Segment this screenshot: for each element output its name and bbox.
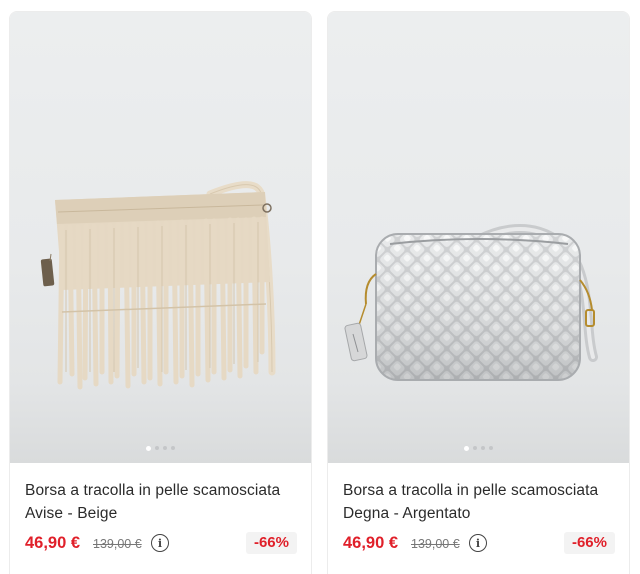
- info-icon[interactable]: i: [151, 534, 169, 552]
- carousel-dot[interactable]: [163, 446, 167, 450]
- original-price: 139,00 €: [411, 537, 460, 551]
- price-row: 46,90 € 139,00 € i -66%: [343, 532, 615, 554]
- original-price: 139,00 €: [93, 537, 142, 551]
- carousel-dot[interactable]: [146, 445, 151, 451]
- product-image[interactable]: [328, 12, 629, 463]
- product-title[interactable]: Borsa a tracolla in pelle scamosciata Av…: [25, 479, 300, 525]
- price-row: 46,90 € 139,00 € i -66%: [25, 532, 297, 554]
- product-card[interactable]: Borsa a tracolla in pelle scamosciata Av…: [9, 11, 312, 574]
- product-title[interactable]: Borsa a tracolla in pelle scamosciata De…: [343, 479, 618, 525]
- current-price: 46,90 €: [343, 534, 399, 552]
- discount-badge: -66%: [563, 532, 615, 554]
- current-price: 46,90 €: [25, 534, 81, 552]
- carousel-dot[interactable]: [481, 446, 485, 450]
- product-grid: Borsa a tracolla in pelle scamosciata Av…: [0, 0, 640, 574]
- discount-badge: -66%: [245, 532, 297, 554]
- carousel-dots: [328, 445, 629, 451]
- silver-woven-bag-image: [344, 224, 598, 381]
- product-image[interactable]: [10, 12, 311, 463]
- carousel-dots: [10, 445, 311, 451]
- carousel-dot[interactable]: [473, 446, 477, 450]
- product-card[interactable]: Borsa a tracolla in pelle scamosciata De…: [327, 11, 630, 574]
- carousel-dot[interactable]: [155, 446, 159, 450]
- carousel-dot[interactable]: [464, 445, 469, 451]
- carousel-dot[interactable]: [171, 446, 175, 450]
- info-icon[interactable]: i: [469, 534, 487, 552]
- beige-fringe-bag-image: [40, 181, 276, 390]
- carousel-dot[interactable]: [489, 446, 493, 450]
